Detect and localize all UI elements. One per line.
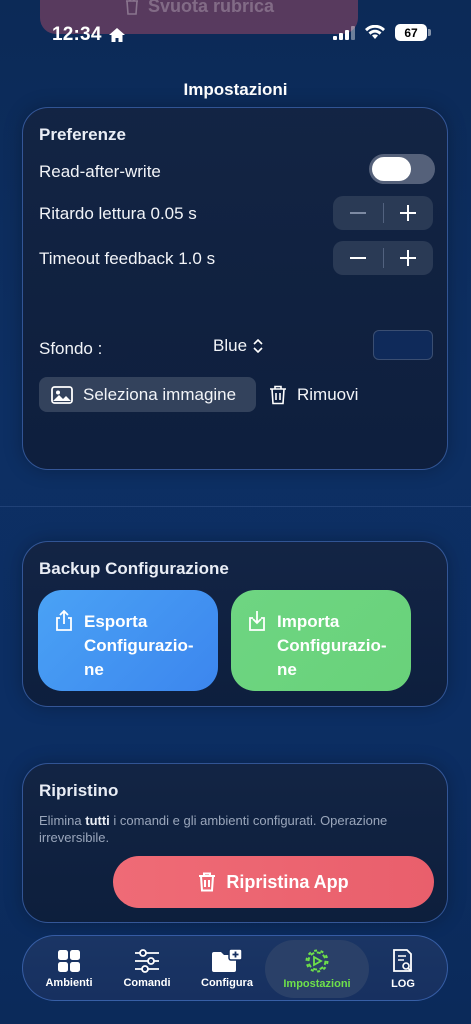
download-icon xyxy=(249,611,265,631)
background-color-well[interactable] xyxy=(373,330,433,360)
reset-title: Ripristino xyxy=(39,781,119,800)
share-upload-icon xyxy=(56,610,72,631)
grid-icon xyxy=(58,950,80,972)
background-select[interactable]: Blue xyxy=(213,336,263,356)
timeout-decrement-button[interactable] xyxy=(333,241,383,275)
read-delay-increment-button[interactable] xyxy=(383,196,433,230)
minus-icon xyxy=(349,212,366,214)
home-icon xyxy=(108,28,125,42)
sliders-icon xyxy=(135,949,159,973)
reset-card: Ripristino Elimina tutti i comandi e gli… xyxy=(22,763,448,923)
tab-log[interactable]: LOG xyxy=(369,940,437,998)
trash-icon xyxy=(270,385,286,404)
read-delay-decrement-button[interactable] xyxy=(333,196,383,230)
status-indicators: 67 xyxy=(333,24,431,41)
section-divider xyxy=(0,506,471,507)
export-config-label: Esporta Configurazio- ne xyxy=(84,612,194,679)
tab-configura[interactable]: Configura xyxy=(189,940,265,998)
select-image-button[interactable]: Seleziona immagine xyxy=(39,377,256,412)
plus-icon xyxy=(400,205,417,221)
read-after-write-toggle[interactable] xyxy=(369,154,435,184)
read-delay-stepper xyxy=(333,196,433,230)
wifi-icon xyxy=(365,25,385,39)
backup-card: Backup Configurazione Esporta Configuraz… xyxy=(22,541,448,707)
trash-icon xyxy=(199,872,216,892)
page-title: Impostazioni xyxy=(183,80,288,99)
tab-impostazioni[interactable]: Impostazioni xyxy=(265,940,369,998)
reset-description: Elimina tutti i comandi e gli ambienti c… xyxy=(39,813,388,845)
read-after-write-label: Read-after-write xyxy=(39,162,161,181)
import-config-button[interactable]: Importa Configurazio- ne xyxy=(231,590,411,691)
status-bar: 12:34 67 xyxy=(0,0,471,70)
gear-icon xyxy=(305,949,329,973)
timeout-label: Timeout feedback 1.0 s xyxy=(39,249,216,268)
battery-indicator: 67 xyxy=(395,24,431,41)
remove-image-button[interactable]: Rimuovi xyxy=(269,377,358,412)
folder-plus-icon xyxy=(212,949,243,972)
plus-icon xyxy=(400,250,417,266)
log-search-icon xyxy=(393,949,412,972)
status-time: 12:34 xyxy=(52,24,126,46)
timeout-stepper xyxy=(333,241,433,275)
toggle-knob xyxy=(372,157,411,181)
minus-icon xyxy=(349,257,366,259)
tab-bar: Ambienti Comandi Configura Impostazioni xyxy=(22,935,448,1001)
read-delay-label: Ritardo lettura 0.05 s xyxy=(39,204,197,223)
tab-ambienti[interactable]: Ambienti xyxy=(33,940,105,998)
timeout-increment-button[interactable] xyxy=(383,241,433,275)
preferences-card: Preferenze Read-after-write Ritardo lett… xyxy=(22,107,448,470)
background-label: Sfondo : xyxy=(39,339,103,358)
tab-comandi[interactable]: Comandi xyxy=(111,940,183,998)
chevron-up-down-icon xyxy=(253,339,263,353)
export-config-button[interactable]: Esporta Configurazio- ne xyxy=(38,590,218,691)
reset-app-button[interactable]: Ripristina App xyxy=(113,856,434,908)
preferences-title: Preferenze xyxy=(39,125,126,144)
photo-icon xyxy=(51,385,73,404)
signal-icon xyxy=(333,25,355,40)
import-config-label: Importa Configurazio- ne xyxy=(277,612,387,679)
backup-title: Backup Configurazione xyxy=(39,559,229,578)
